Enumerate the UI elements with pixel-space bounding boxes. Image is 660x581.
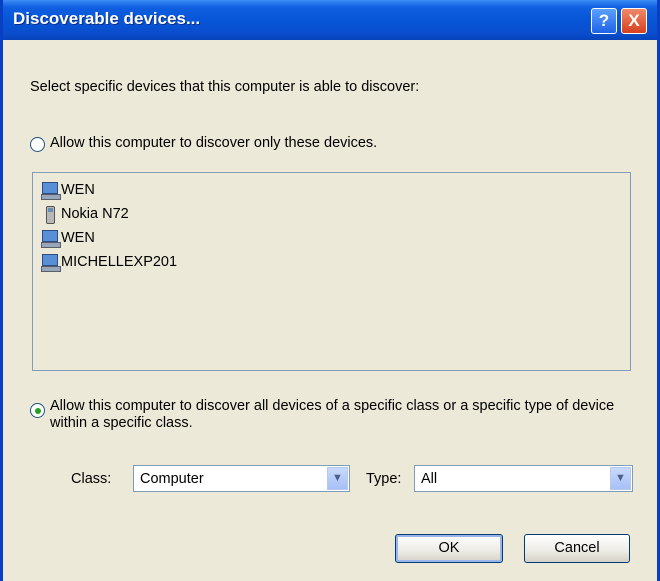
device-name: WEN <box>61 230 95 246</box>
device-list[interactable]: WEN Nokia N72 WEN MICHELLEXP201 <box>32 172 631 371</box>
help-button[interactable]: ? <box>591 8 617 34</box>
laptop-icon <box>41 253 61 272</box>
radio-specific-class[interactable] <box>30 403 45 418</box>
close-button[interactable]: X <box>621 8 647 34</box>
help-icon: ? <box>598 11 610 30</box>
list-item[interactable]: WEN <box>41 179 95 201</box>
dialog-window: Discoverable devices... ? X Select speci… <box>0 0 660 581</box>
intro-text: Select specific devices that this comput… <box>30 79 420 95</box>
computer-icon <box>41 229 61 248</box>
computer-icon <box>41 181 61 200</box>
title-bar[interactable]: Discoverable devices... ? X <box>3 0 657 40</box>
class-select[interactable]: Computer ▼ <box>133 465 350 492</box>
radio-specific-class-label[interactable]: Allow this computer to discover all devi… <box>50 398 650 432</box>
type-label: Type: <box>366 471 402 487</box>
radio-only-these-devices-label[interactable]: Allow this computer to discover only the… <box>50 135 377 151</box>
phone-icon <box>41 205 59 224</box>
close-icon: X <box>628 11 640 30</box>
chevron-down-icon[interactable]: ▼ <box>327 467 348 490</box>
list-item[interactable]: Nokia N72 <box>41 203 129 225</box>
ok-button[interactable]: OK <box>395 534 503 563</box>
type-select-value: All <box>421 471 438 487</box>
device-name: WEN <box>61 182 95 198</box>
device-name: Nokia N72 <box>61 206 129 222</box>
class-label: Class: <box>71 471 112 487</box>
list-item[interactable]: WEN <box>41 227 95 249</box>
chevron-down-icon[interactable]: ▼ <box>610 467 631 490</box>
list-item[interactable]: MICHELLEXP201 <box>41 251 177 273</box>
type-select[interactable]: All ▼ <box>414 465 633 492</box>
class-select-value: Computer <box>140 471 204 487</box>
cancel-button[interactable]: Cancel <box>524 534 630 563</box>
device-name: MICHELLEXP201 <box>61 254 178 270</box>
radio-only-these-devices[interactable] <box>30 137 45 152</box>
window-title: Discoverable devices... <box>13 9 201 28</box>
